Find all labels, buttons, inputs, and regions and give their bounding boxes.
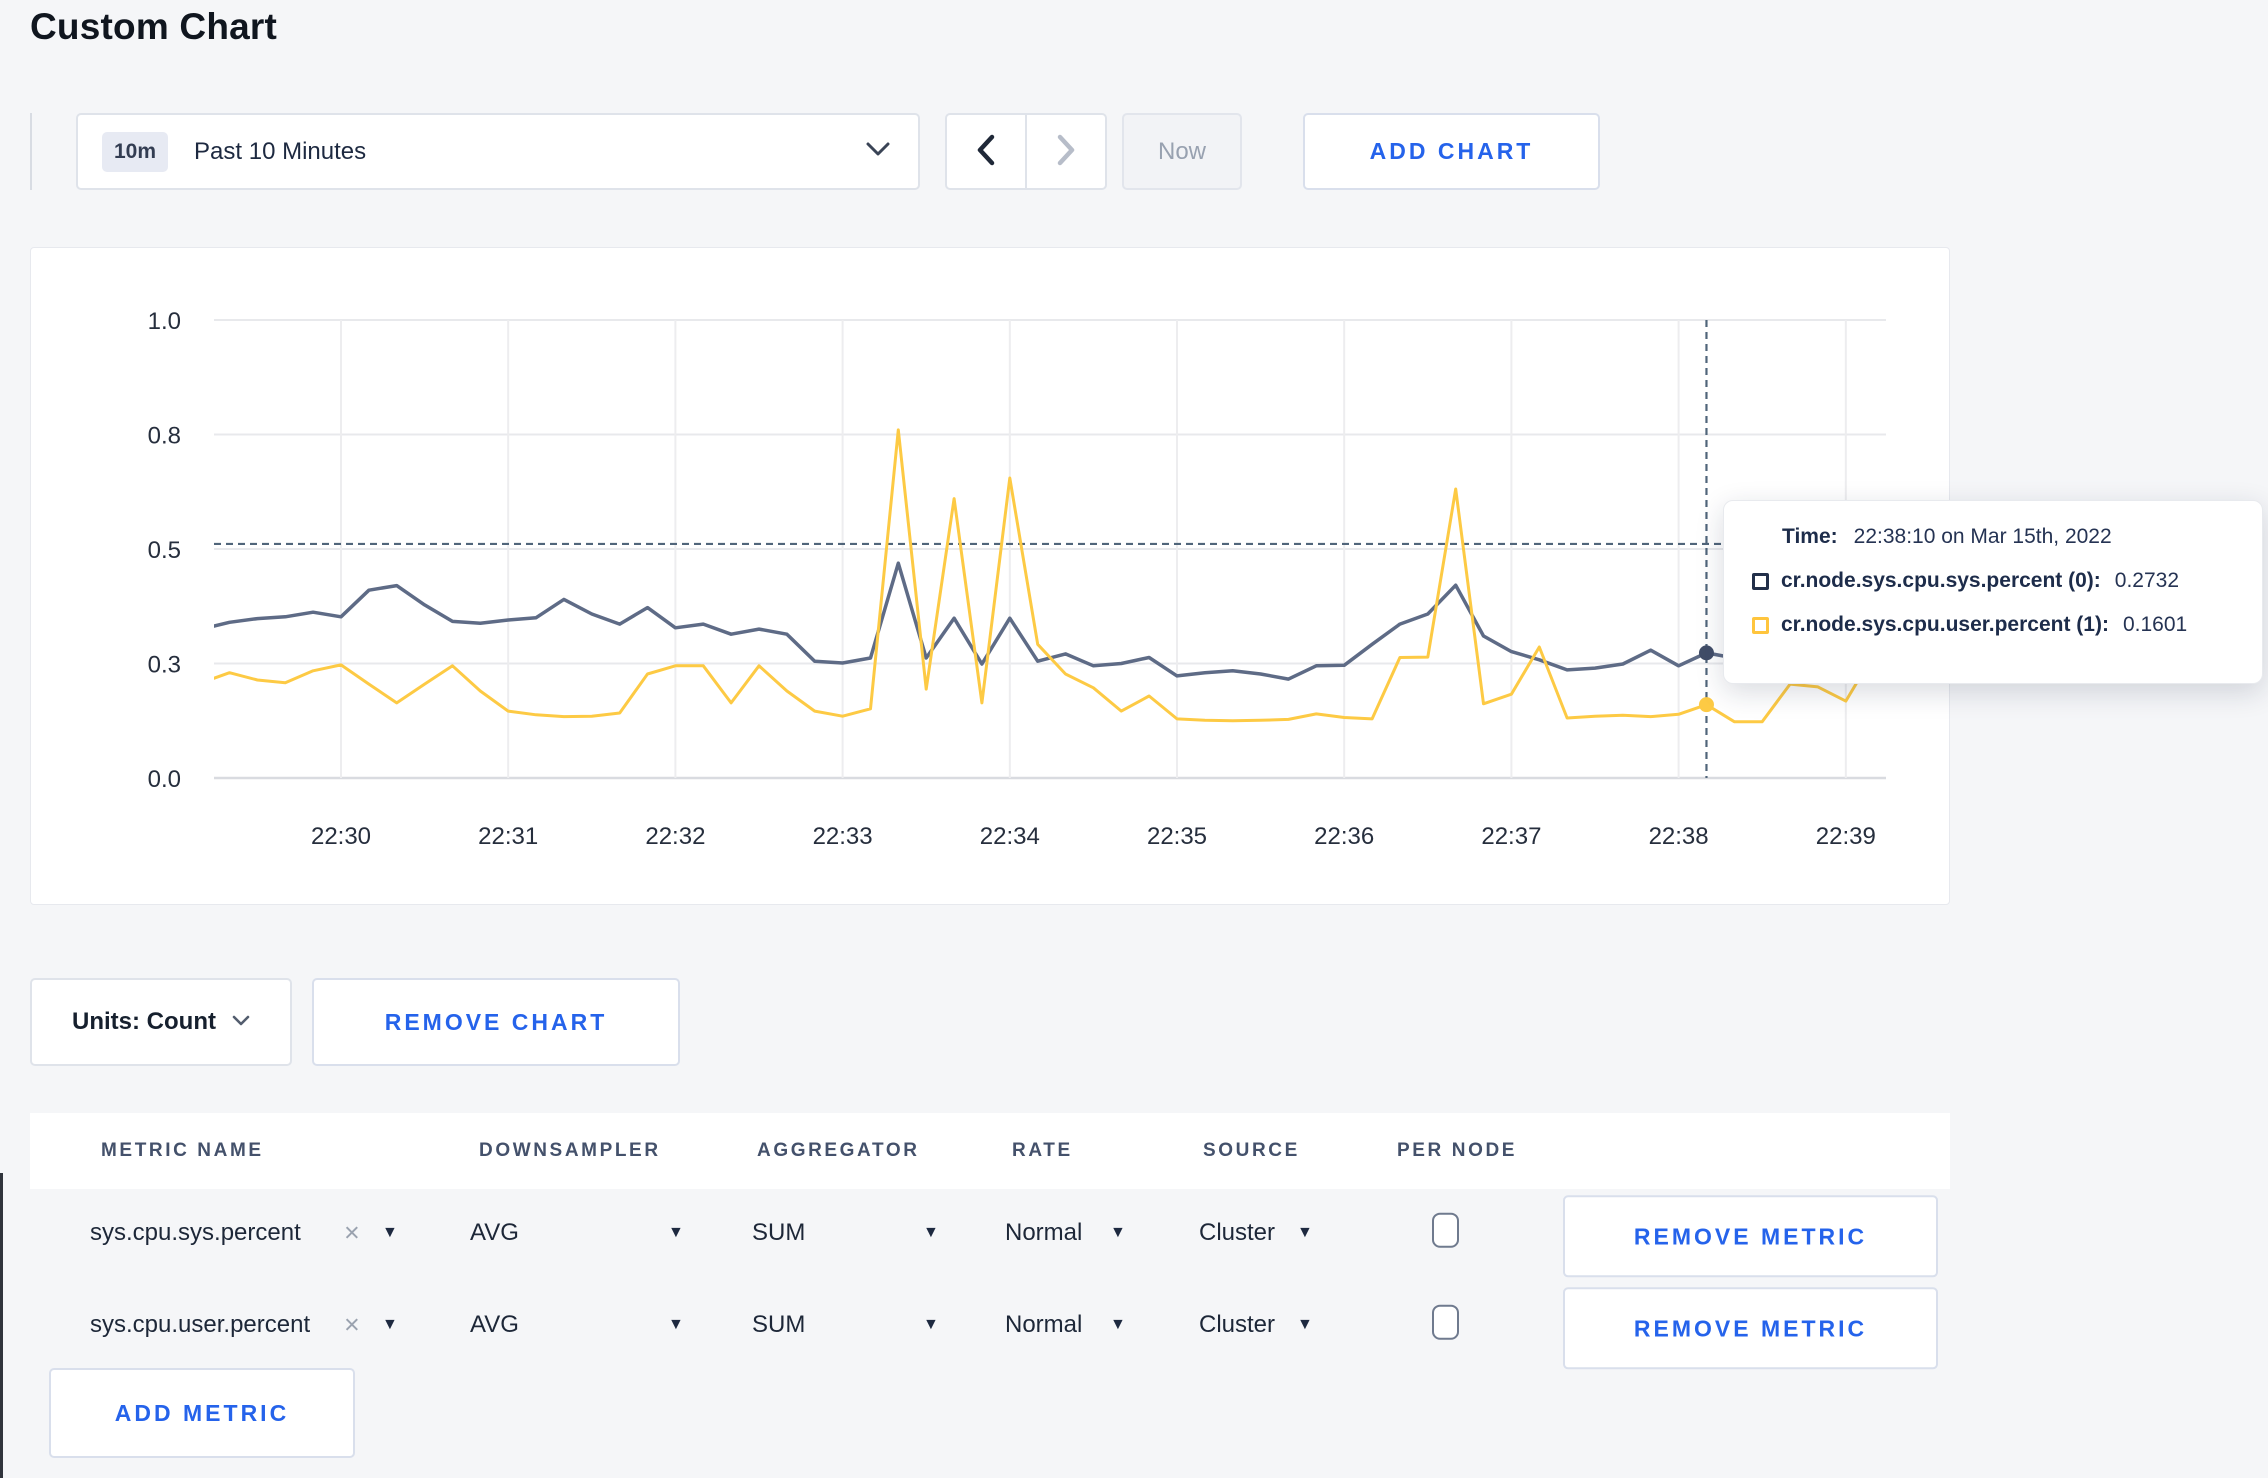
series-sys-swatch-icon — [1752, 572, 1769, 590]
aggregator-select[interactable]: SUM — [752, 1311, 805, 1339]
svg-text:22:30: 22:30 — [311, 823, 371, 850]
svg-text:22:36: 22:36 — [1314, 823, 1374, 850]
previous-timeframe-button[interactable] — [945, 113, 1026, 190]
clear-metric-icon[interactable]: × — [344, 1218, 360, 1249]
svg-text:22:39: 22:39 — [1816, 823, 1876, 850]
screen-edge-artifact — [0, 1173, 3, 1478]
add-metric-button[interactable]: ADD METRIC — [49, 1368, 355, 1458]
source-caret-icon[interactable]: ▼ — [1297, 1224, 1313, 1242]
column-header-aggregator: AGGREGATOR — [757, 1140, 920, 1161]
metric-name-caret-icon[interactable]: ▼ — [382, 1224, 398, 1242]
source-caret-icon[interactable]: ▼ — [1297, 1316, 1313, 1334]
source-select[interactable]: Cluster — [1199, 1219, 1275, 1247]
metric-name-caret-icon[interactable]: ▼ — [382, 1316, 398, 1334]
tooltip-series-user-label: cr.node.sys.cpu.user.percent (1): — [1781, 613, 2109, 636]
column-header-source: SOURCE — [1203, 1140, 1300, 1161]
column-header-downsampler: DOWNSAMPLER — [479, 1140, 661, 1161]
column-header-rate: RATE — [1012, 1140, 1073, 1161]
per-node-checkbox[interactable] — [1432, 1212, 1459, 1248]
svg-text:0.8: 0.8 — [148, 423, 181, 450]
svg-text:22:34: 22:34 — [980, 823, 1040, 850]
svg-text:22:31: 22:31 — [478, 823, 538, 850]
table-row: sys.cpu.user.percent × ▼ AVG ▼ SUM ▼ Nor… — [30, 1275, 1950, 1375]
source-select[interactable]: Cluster — [1199, 1311, 1275, 1339]
tooltip-time-value: 22:38:10 on Mar 15th, 2022 — [1853, 525, 2112, 548]
table-row: sys.cpu.sys.percent × ▼ AVG ▼ SUM ▼ Norm… — [30, 1183, 1950, 1283]
svg-text:22:33: 22:33 — [813, 823, 873, 850]
page-title: Custom Chart — [30, 6, 278, 47]
toolbar-divider — [30, 113, 32, 190]
time-range-label: Past 10 Minutes — [194, 137, 367, 165]
units-label: Units: Count — [72, 1008, 216, 1035]
rate-select[interactable]: Normal — [1005, 1219, 1082, 1247]
time-range-badge: 10m — [102, 131, 169, 172]
downsampler-caret-icon[interactable]: ▼ — [668, 1316, 684, 1334]
remove-metric-button[interactable]: REMOVE METRIC — [1563, 1287, 1938, 1370]
column-header-metric-name: METRIC NAME — [101, 1140, 264, 1161]
clear-metric-icon[interactable]: × — [344, 1310, 360, 1341]
tooltip-time-label: Time: — [1782, 525, 1838, 548]
chevron-right-icon — [1056, 134, 1076, 169]
now-button[interactable]: Now — [1122, 113, 1242, 190]
aggregator-caret-icon[interactable]: ▼ — [923, 1224, 939, 1242]
remove-chart-button[interactable]: REMOVE CHART — [312, 978, 680, 1066]
time-pager — [945, 113, 1107, 190]
svg-text:0.3: 0.3 — [148, 652, 181, 679]
tooltip-series-sys-value: 0.2732 — [2114, 569, 2180, 592]
metrics-table-header: METRIC NAME DOWNSAMPLER AGGREGATOR RATE … — [30, 1113, 1950, 1189]
chart-card: 1.0 0.8 0.5 0.3 0.0 22:30 22:31 22:32 22:33 22:34… — [30, 247, 1950, 905]
metrics-line-chart[interactable]: 1.0 0.8 0.5 0.3 0.0 22:30 22:31 22:32 22:33 22:34… — [31, 248, 1951, 906]
downsampler-select[interactable]: AVG — [470, 1219, 519, 1247]
time-range-dropdown[interactable]: 10m Past 10 Minutes — [76, 113, 920, 190]
next-timeframe-button[interactable] — [1026, 113, 1107, 190]
chevron-down-icon — [232, 1013, 250, 1031]
chevron-left-icon — [976, 134, 996, 169]
chart-tooltip: Time: 22:38:10 on Mar 15th, 2022 cr.node… — [1723, 500, 2263, 684]
downsampler-select[interactable]: AVG — [470, 1311, 519, 1339]
per-node-checkbox[interactable] — [1432, 1304, 1459, 1340]
series-user-swatch-icon — [1752, 616, 1769, 634]
svg-text:22:32: 22:32 — [645, 823, 705, 850]
add-chart-button[interactable]: ADD CHART — [1303, 113, 1600, 190]
aggregator-select[interactable]: SUM — [752, 1219, 805, 1247]
downsampler-caret-icon[interactable]: ▼ — [668, 1224, 684, 1242]
rate-caret-icon[interactable]: ▼ — [1110, 1224, 1126, 1242]
tooltip-series-user-value: 0.1601 — [2122, 613, 2188, 636]
svg-text:22:38: 22:38 — [1649, 823, 1709, 850]
svg-text:22:35: 22:35 — [1147, 823, 1207, 850]
aggregator-caret-icon[interactable]: ▼ — [923, 1316, 939, 1334]
column-header-per-node: PER NODE — [1397, 1140, 1518, 1161]
remove-metric-button[interactable]: REMOVE METRIC — [1563, 1195, 1938, 1278]
tooltip-series-sys-label: cr.node.sys.cpu.sys.percent (0): — [1781, 569, 2101, 592]
rate-caret-icon[interactable]: ▼ — [1110, 1316, 1126, 1334]
svg-text:0.0: 0.0 — [148, 766, 181, 793]
units-dropdown[interactable]: Units: Count — [30, 978, 292, 1066]
metric-name-value[interactable]: sys.cpu.user.percent — [90, 1311, 310, 1339]
metric-name-value[interactable]: sys.cpu.sys.percent — [90, 1219, 301, 1247]
svg-text:22:37: 22:37 — [1481, 823, 1541, 850]
svg-text:0.5: 0.5 — [148, 537, 181, 564]
chevron-down-icon — [866, 142, 890, 161]
rate-select[interactable]: Normal — [1005, 1311, 1082, 1339]
svg-text:1.0: 1.0 — [148, 308, 181, 335]
